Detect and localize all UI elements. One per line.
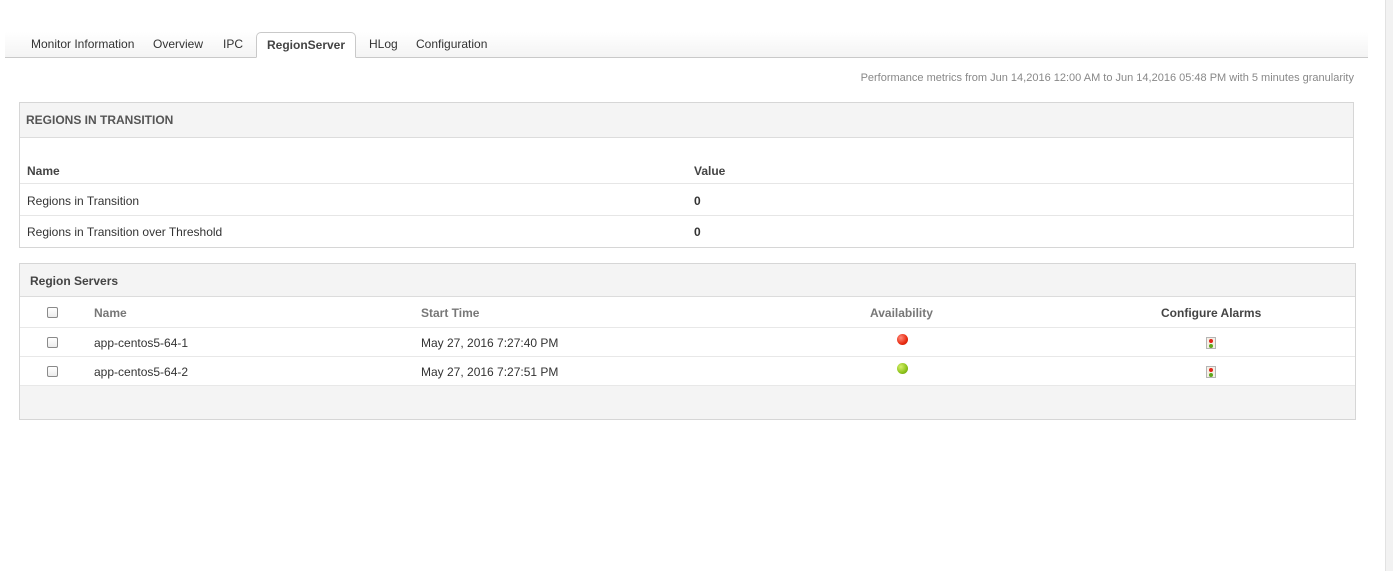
row-value: 0 [694, 225, 701, 239]
panel-header: REGIONS IN TRANSITION [20, 103, 1353, 138]
server-start-time: May 27, 2016 7:27:40 PM [421, 336, 559, 350]
tab-hlog[interactable]: HLog [369, 32, 398, 57]
page: Monitor Information Overview IPC RegionS… [0, 0, 1393, 571]
column-header-availability[interactable]: Availability [870, 306, 933, 320]
panel-header: Region Servers [20, 264, 1355, 297]
panel-title: Region Servers [30, 274, 119, 288]
select-all-checkbox[interactable] [47, 307, 58, 318]
tab-monitor-information[interactable]: Monitor Information [31, 32, 134, 57]
row-checkbox[interactable] [47, 337, 58, 348]
row-name: Regions in Transition over Threshold [27, 225, 223, 239]
server-name[interactable]: app-centos5-64-2 [94, 365, 188, 379]
table-header-row: Name Start Time Availability Configure A… [20, 297, 1355, 328]
regions-in-transition-panel: REGIONS IN TRANSITION Name Value Regions… [19, 102, 1354, 248]
tab-overview[interactable]: Overview [153, 32, 203, 57]
column-header-name: Name [27, 164, 60, 178]
column-header-start-time[interactable]: Start Time [421, 306, 479, 320]
traffic-light-icon[interactable] [1206, 337, 1216, 349]
scrollbar[interactable] [1385, 0, 1393, 571]
table-row: app-centos5-64-1 May 27, 2016 7:27:40 PM [20, 328, 1355, 357]
performance-metrics-note: Performance metrics from Jun 14,2016 12:… [860, 72, 1354, 84]
tab-regionserver[interactable]: RegionServer [256, 32, 357, 58]
column-header-configure-alarms: Configure Alarms [1161, 306, 1262, 320]
availability-up-icon[interactable] [897, 363, 908, 374]
column-header-name[interactable]: Name [94, 306, 127, 320]
tab-configuration[interactable]: Configuration [416, 32, 487, 57]
table-header-row: Name Value [20, 153, 1353, 184]
row-value: 0 [694, 194, 701, 208]
column-header-value: Value [694, 164, 726, 178]
row-name: Regions in Transition [27, 194, 140, 208]
availability-down-icon[interactable] [897, 334, 908, 345]
server-start-time: May 27, 2016 7:27:51 PM [421, 365, 559, 379]
traffic-light-icon[interactable] [1206, 366, 1216, 378]
table-row: app-centos5-64-2 May 27, 2016 7:27:51 PM [20, 357, 1355, 386]
table-row: Regions in Transition 0 [20, 185, 1353, 216]
region-servers-panel: Region Servers Name Start Time Availabil… [19, 263, 1356, 420]
server-name[interactable]: app-centos5-64-1 [94, 336, 188, 350]
table-row: Regions in Transition over Threshold 0 [20, 216, 1353, 247]
tab-ipc[interactable]: IPC [223, 32, 243, 57]
row-checkbox[interactable] [47, 366, 58, 377]
tab-bar: Monitor Information Overview IPC RegionS… [5, 32, 1368, 58]
panel-title: REGIONS IN TRANSITION [26, 113, 174, 127]
